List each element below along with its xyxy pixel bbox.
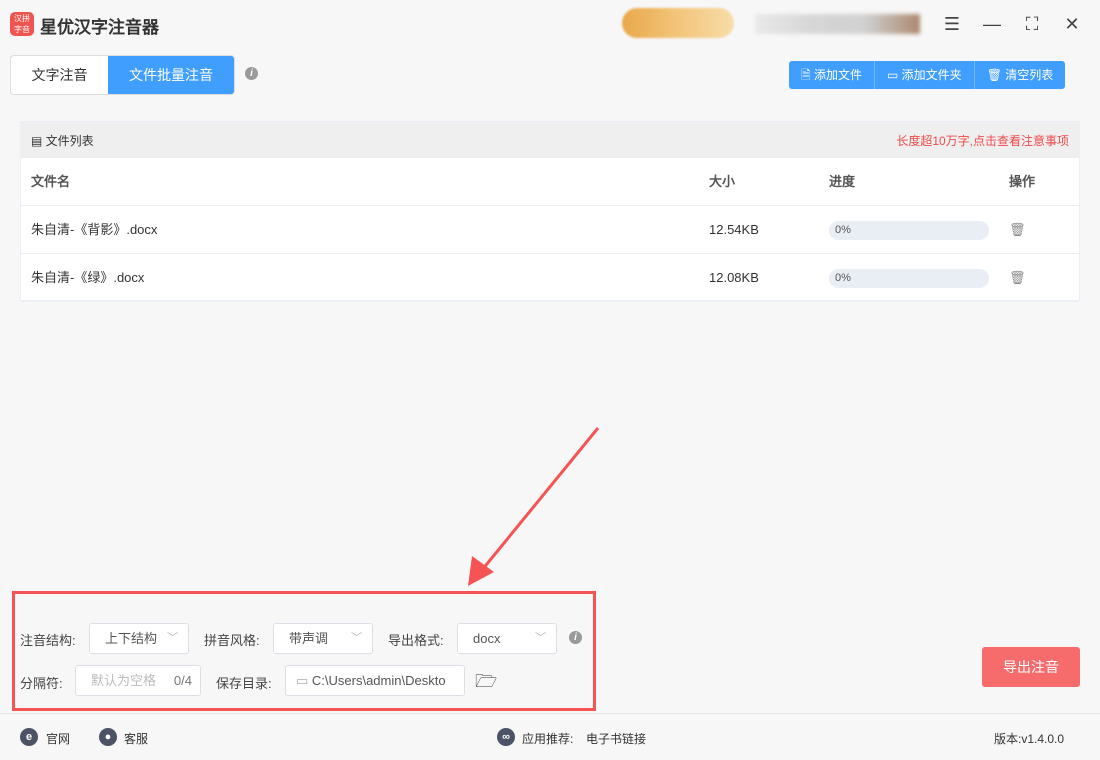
style-value: 带声调 [289, 631, 329, 646]
tab-text-annotation[interactable]: 文字注音 [11, 56, 108, 94]
mode-tabs: 文字注音 文件批量注音 [10, 55, 235, 95]
length-warning-link[interactable]: 长度超10万字,点击查看注意事项 [896, 132, 1069, 149]
ie-icon: e [20, 728, 38, 746]
support-link[interactable]: 客服 [124, 730, 148, 747]
clear-list-label: 清空列表 [1005, 68, 1054, 82]
maximize-icon[interactable]: ⛶ [1018, 10, 1046, 38]
footer: e 官网 ● 客服 ∞ 应用推荐: 电子书链接 版本:v1.4.0.0 [0, 713, 1100, 760]
add-file-button[interactable]: 🗎 添加文件 [789, 61, 875, 89]
close-icon[interactable]: ✕ [1058, 10, 1086, 38]
user-avatar-blurred[interactable] [622, 8, 734, 38]
toolbar: 🗎 添加文件 ▭ 添加文件夹 🗑 清空列表 [789, 61, 1066, 89]
save-dir-label: 保存目录: [216, 676, 272, 691]
info-icon[interactable]: i [245, 67, 258, 80]
file-list-title-text: 文件列表 [45, 133, 94, 148]
file-name: 朱自清-《背影》.docx [31, 222, 158, 237]
file-icon: 🗎 [801, 68, 814, 82]
delete-icon[interactable]: 🗑 [1009, 254, 1026, 302]
separator-input[interactable]: 默认为空格 0/4 [75, 665, 201, 696]
trash-icon: 🗑 [986, 68, 1006, 82]
column-size: 大小 [709, 174, 736, 189]
column-filename: 文件名 [31, 174, 71, 189]
save-dir-value: C:\Users\admin\Deskto [311, 673, 446, 688]
progress-bar: 0% [829, 269, 989, 288]
separator-count: 0/4 [173, 673, 192, 688]
recommend-label: 应用推荐: [522, 732, 574, 746]
tab-batch-file-annotation[interactable]: 文件批量注音 [108, 56, 234, 94]
file-list-header: ▤ 文件列表 长度超10万字,点击查看注意事项 [21, 122, 1079, 158]
file-list-panel: ▤ 文件列表 长度超10万字,点击查看注意事项 文件名 大小 进度 操作 朱自清… [20, 121, 1080, 302]
style-select[interactable]: 带声调 ﹀ [273, 623, 373, 654]
table-row: 朱自清-《背影》.docx 12.54KB 0% 🗑 [21, 206, 1079, 254]
user-info-blurred [755, 14, 920, 34]
app-title: 星优汉字注音器 [40, 18, 159, 37]
progress-bar: 0% [829, 221, 989, 240]
format-select[interactable]: docx ﹀ [457, 623, 557, 654]
file-size: 12.54KB [709, 222, 759, 237]
column-progress: 进度 [829, 174, 856, 189]
chevron-down-icon: ﹀ [535, 632, 546, 644]
save-dir-input[interactable]: ▭ C:\Users\admin\Deskto [285, 665, 465, 696]
table-row: 朱自清-《绿》.docx 12.08KB 0% 🗑 [21, 254, 1079, 302]
link-icon: ∞ [497, 728, 515, 746]
file-size: 12.08KB [709, 270, 759, 285]
separator-label: 分隔符: [20, 676, 63, 691]
structure-value: 上下结构 [105, 631, 158, 646]
structure-select[interactable]: 上下结构 ﹀ [89, 623, 189, 654]
open-folder-icon[interactable]: 🗁 [475, 669, 497, 699]
add-file-label: 添加文件 [813, 68, 862, 82]
minimize-icon[interactable]: — [978, 10, 1006, 38]
app-logo: 汉拼 字音 [10, 12, 34, 36]
format-value: docx [473, 631, 501, 646]
version-text: 版本:v1.4.0.0 [994, 732, 1065, 746]
structure-label: 注音结构: [20, 633, 76, 648]
chevron-down-icon: ﹀ [351, 632, 362, 644]
add-folder-button[interactable]: ▭ 添加文件夹 [875, 61, 975, 89]
table-header: 文件名 大小 进度 操作 [21, 158, 1079, 206]
file-name: 朱自清-《绿》.docx [31, 270, 145, 285]
separator-placeholder: 默认为空格 [91, 673, 157, 688]
format-label: 导出格式: [388, 633, 444, 648]
clear-list-button[interactable]: 🗑 清空列表 [975, 61, 1066, 89]
folder-icon: ▭ [887, 68, 902, 82]
chevron-down-icon: ﹀ [167, 632, 178, 644]
folder-icon: ▭ [296, 673, 312, 688]
file-list-title: ▤ 文件列表 [31, 133, 94, 148]
website-link[interactable]: 官网 [46, 730, 70, 747]
column-actions: 操作 [1009, 174, 1036, 189]
style-label: 拼音风格: [204, 633, 260, 648]
ebook-link[interactable]: 电子书链接 [586, 730, 646, 747]
add-folder-label: 添加文件夹 [901, 68, 962, 82]
delete-icon[interactable]: 🗑 [1009, 206, 1026, 254]
format-info-icon[interactable]: i [569, 631, 582, 644]
chat-icon: ● [99, 728, 117, 746]
settings-icon[interactable]: ☰ [938, 10, 966, 38]
export-button[interactable]: 导出注音 [982, 647, 1080, 687]
